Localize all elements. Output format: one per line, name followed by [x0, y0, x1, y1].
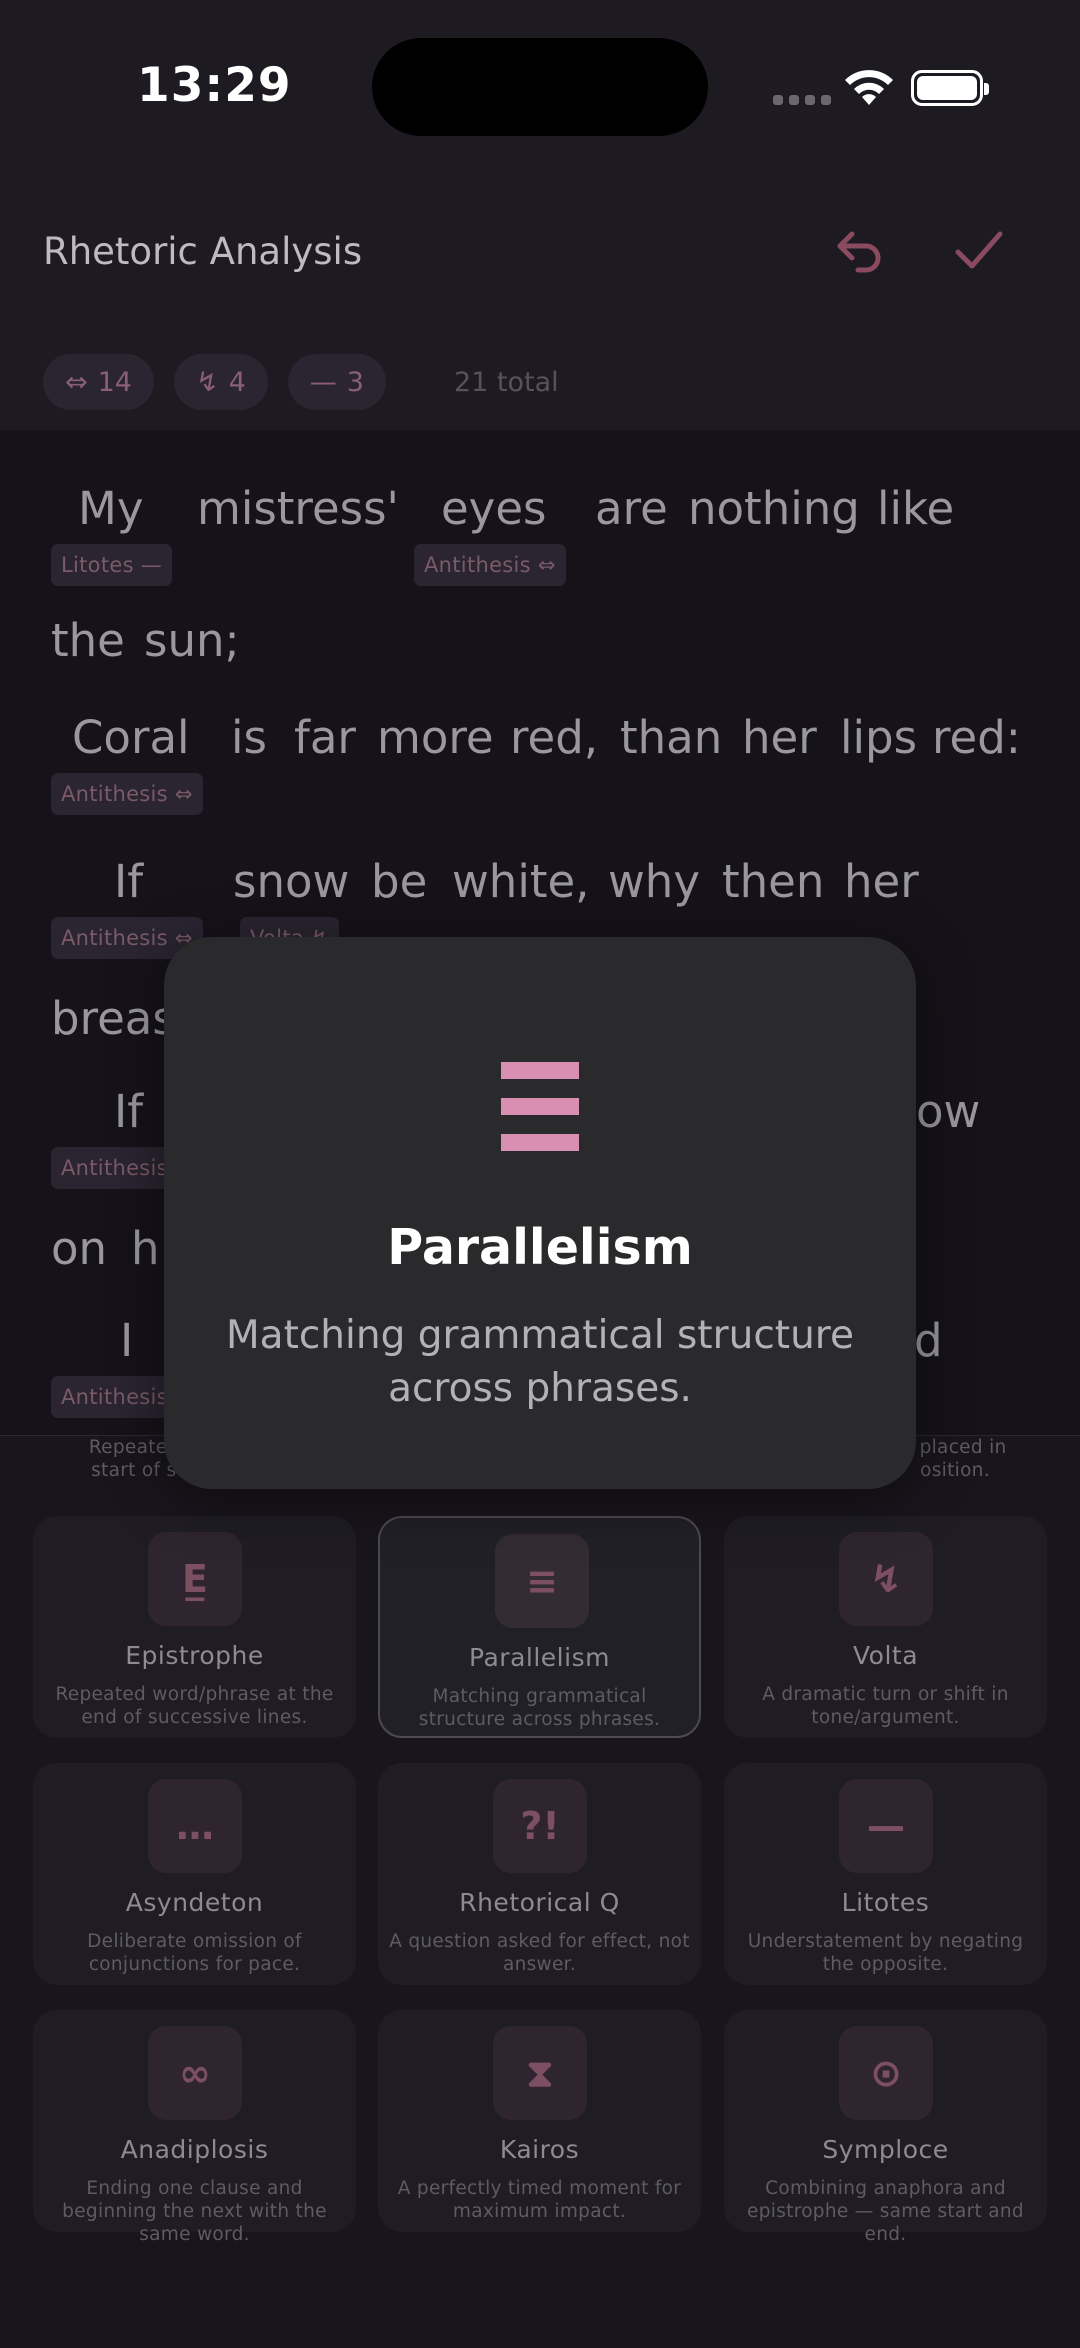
poem-word[interactable]: red,: [510, 711, 598, 764]
device-card-volta[interactable]: ↯ Volta A dramatic turn or shift in tone…: [724, 1516, 1047, 1738]
poem-word[interactable]: far: [294, 711, 356, 764]
poem-word[interactable]: h: [131, 1222, 160, 1275]
cellular-signal-icon: [773, 95, 831, 105]
checkmark-icon[interactable]: [946, 218, 1010, 282]
device-name: Asyndeton: [125, 1888, 264, 1917]
poem-word[interactable]: If: [114, 855, 143, 908]
poem-word[interactable]: eyes: [441, 482, 546, 535]
device-name: Rhetorical Q: [459, 1888, 620, 1917]
device-info-overlay: Parallelism Matching grammatical structu…: [164, 937, 916, 1489]
volta-icon: ↯: [195, 366, 219, 398]
device-desc: A question asked for effect, not answer.: [389, 1931, 690, 1975]
device-name: Volta: [852, 1641, 919, 1670]
app-header: Rhetoric Analysis ⇔ 14 ↯ 4 — 3 21 total: [0, 180, 1080, 430]
home-indicator: [395, 2318, 685, 2328]
status-time: 13:29: [137, 58, 292, 113]
device-desc: Combining anaphora and epistrophe — same…: [747, 2178, 1024, 2245]
device-tag-antithesis[interactable]: Antithesis ⇔: [51, 773, 203, 815]
poem-word[interactable]: her: [742, 711, 817, 764]
chip-count: 14: [97, 366, 132, 398]
poem-word[interactable]: be: [371, 855, 427, 908]
poem-word[interactable]: the: [51, 614, 125, 667]
poem-word[interactable]: sun;: [144, 614, 240, 667]
device-name: Kairos: [499, 2135, 580, 2164]
poem-word[interactable]: snow: [233, 855, 349, 908]
poem-word[interactable]: ow: [916, 1085, 980, 1138]
device-card-symploce[interactable]: ⊙ Symploce Combining anaphora and epistr…: [724, 2010, 1047, 2245]
device-tag-litotes[interactable]: Litotes —: [51, 544, 173, 586]
total-count: 21 total: [453, 366, 559, 398]
device-card-parallelism[interactable]: ≡ Parallelism Matching grammatical struc…: [378, 1516, 701, 1738]
chip-count: 3: [346, 366, 364, 398]
poem-word[interactable]: than: [620, 711, 722, 764]
device-card-asyndeton[interactable]: … Asyndeton Deliberate omission of conju…: [33, 1763, 356, 1985]
device-desc: A dramatic turn or shift in tone/argumen…: [762, 1684, 1009, 1728]
device-desc: Ending one clause and beginning the next…: [62, 2178, 327, 2245]
wifi-icon: [845, 70, 893, 105]
device-name: Epistrophe: [125, 1641, 264, 1670]
device-name: Anadiplosis: [120, 2135, 269, 2164]
poem-word[interactable]: My: [78, 482, 143, 535]
parallelism-icon: ≡: [495, 1534, 589, 1628]
poem-word[interactable]: nothing: [688, 482, 860, 535]
poem-word[interactable]: Coral: [72, 711, 190, 764]
device-card-epistrophe[interactable]: E̲ Epistrophe Repeated word/phrase at th…: [33, 1516, 356, 1738]
overlay-title: Parallelism: [387, 1219, 693, 1276]
poem-word[interactable]: why: [608, 855, 700, 908]
poem-word[interactable]: lips: [840, 711, 917, 764]
poem-word[interactable]: mistress': [197, 482, 399, 535]
device-card-rhetorical-q[interactable]: ?! Rhetorical Q A question asked for eff…: [378, 1763, 701, 1985]
poem-word[interactable]: then: [722, 855, 824, 908]
device-card-anadiplosis[interactable]: ∞ Anadiplosis Ending one clause and begi…: [33, 2010, 356, 2245]
volta-icon: ↯: [839, 1532, 933, 1626]
battery-icon: [911, 70, 989, 106]
undo-arrow-icon[interactable]: [828, 218, 892, 282]
device-card-kairos[interactable]: ⧗ Kairos A perfectly timed moment for ma…: [378, 2010, 701, 2232]
chip-volta[interactable]: ↯ 4: [173, 354, 268, 410]
dynamic-island: [372, 38, 708, 136]
hourglass-icon: ⧗: [493, 2026, 587, 2120]
poem-word[interactable]: If: [114, 1085, 143, 1138]
device-picker-panel: Repeated w start of suc s placed in ositio…: [0, 1435, 1080, 2348]
infinity-icon: ∞: [148, 2026, 242, 2120]
device-tag-antithesis[interactable]: Antithesis ⇔: [414, 544, 566, 586]
ellipsis-icon: …: [148, 1779, 242, 1873]
status-bar: 13:29: [0, 0, 1080, 180]
interrobang-icon: ?!: [493, 1779, 587, 1873]
poem-word[interactable]: her: [844, 855, 919, 908]
poem-word[interactable]: is: [231, 711, 267, 764]
chip-count: 4: [228, 366, 246, 398]
device-count-chips: ⇔ 14 ↯ 4 — 3 21 total: [43, 354, 559, 410]
device-name: Parallelism: [469, 1643, 610, 1672]
epistrophe-icon: E̲: [148, 1532, 242, 1626]
litotes-icon: —: [309, 366, 337, 398]
poem-word[interactable]: on: [51, 1222, 107, 1275]
overlay-description: Matching grammatical structure across ph…: [226, 1313, 854, 1411]
poem-word[interactable]: I: [120, 1314, 133, 1367]
device-desc: Understatement by negating the opposite.: [747, 1931, 1024, 1975]
chip-litotes[interactable]: — 3: [287, 354, 386, 410]
circled-dot-icon: ⊙: [839, 2026, 933, 2120]
poem-word[interactable]: like: [877, 482, 954, 535]
litotes-icon: —: [839, 1779, 933, 1873]
poem-word[interactable]: breas: [51, 992, 176, 1045]
device-name: Litotes: [841, 1888, 930, 1917]
poem-word[interactable]: more: [377, 711, 494, 764]
device-desc: Matching grammatical structure across ph…: [418, 1686, 661, 1730]
device-name: Symploce: [822, 2135, 949, 2164]
device-desc: A perfectly timed moment for maximum imp…: [397, 2178, 682, 2222]
device-tag-antithesis[interactable]: Antithesis: [51, 1147, 178, 1189]
poem-word[interactable]: white,: [452, 855, 589, 908]
device-desc: Repeated word/phrase at the end of succe…: [55, 1684, 334, 1728]
device-desc: Deliberate omission of conjunctions for …: [87, 1931, 302, 1975]
poem-word[interactable]: d: [914, 1314, 943, 1367]
poem-word[interactable]: red:: [932, 711, 1021, 764]
parallelism-icon: [501, 1062, 579, 1151]
chip-antithesis[interactable]: ⇔ 14: [43, 354, 154, 410]
poem-word[interactable]: are: [595, 482, 668, 535]
page-title: Rhetoric Analysis: [43, 230, 363, 273]
device-tag-antithesis[interactable]: Antithesis: [51, 1376, 178, 1418]
antithesis-icon: ⇔: [65, 366, 88, 398]
device-card-litotes[interactable]: — Litotes Understatement by negating the…: [724, 1763, 1047, 1985]
